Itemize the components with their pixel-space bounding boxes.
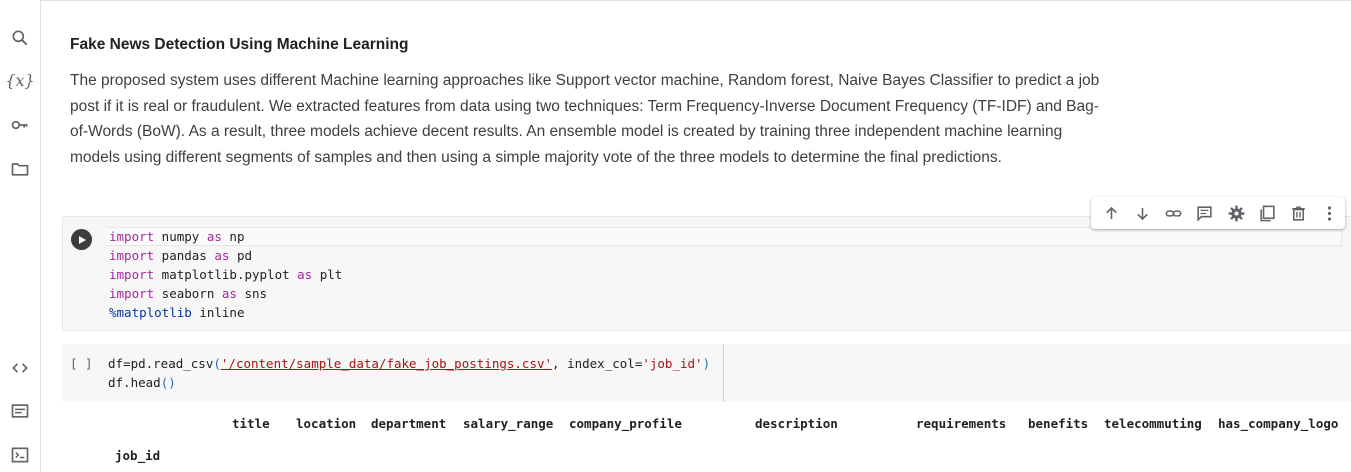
code-cell-imports[interactable]: import numpy as np import pandas as pd i… xyxy=(62,216,1351,331)
code-line: import numpy as np xyxy=(109,229,245,244)
folder-icon[interactable] xyxy=(8,157,32,181)
editor-edge xyxy=(723,344,724,402)
code-line: %matplotlib inline xyxy=(109,305,245,320)
column-header: department xyxy=(371,416,447,431)
key-icon[interactable] xyxy=(8,113,32,137)
terminal-icon[interactable] xyxy=(8,443,32,467)
text-cell-paragraph: The proposed system uses different Machi… xyxy=(70,72,1100,167)
code-cell-read-csv[interactable]: [ ] df=pd.read_csv('/content/sample_data… xyxy=(62,344,1351,402)
column-header: telecommuting xyxy=(1104,416,1202,431)
code-line: df=pd.read_csv('/content/sample_data/fak… xyxy=(108,356,711,371)
mirror-cell-button[interactable] xyxy=(1252,197,1283,229)
column-header: description xyxy=(755,416,838,431)
variables-icon[interactable]: {x} xyxy=(5,68,34,92)
arrow-down-icon xyxy=(1137,207,1148,220)
code-line: df.head() xyxy=(108,375,176,390)
arrow-up-icon xyxy=(1106,206,1117,219)
mirror-cell-icon xyxy=(1260,205,1275,221)
code-editor[interactable]: df=pd.read_csv('/content/sample_data/fak… xyxy=(108,354,710,392)
column-header: title xyxy=(232,416,270,431)
index-name: job_id xyxy=(115,448,161,463)
left-sidebar: {x} xyxy=(0,0,41,472)
column-header: has_company_logo xyxy=(1218,416,1339,431)
link-to-cell-button[interactable] xyxy=(1158,197,1189,229)
column-header: company_profile xyxy=(569,416,682,431)
cell-toolbar xyxy=(1091,197,1345,229)
column-header: salary_range xyxy=(463,416,554,431)
column-header: location xyxy=(296,416,357,431)
settings-icon xyxy=(1228,205,1244,221)
run-cell-button[interactable] xyxy=(71,229,92,250)
text-cell-heading: Fake News Detection Using Machine Learni… xyxy=(70,36,409,53)
delete-icon xyxy=(1291,205,1305,221)
code-icon[interactable] xyxy=(8,356,32,380)
cell-settings-button[interactable] xyxy=(1221,197,1252,229)
more-icon xyxy=(1327,205,1332,221)
terminal-list-icon[interactable] xyxy=(8,399,32,423)
top-divider xyxy=(41,0,1351,1)
comment-icon xyxy=(1197,205,1213,222)
code-line: import matplotlib.pyplot as plt xyxy=(109,267,343,282)
column-header: benefits xyxy=(1028,416,1089,431)
add-comment-button[interactable] xyxy=(1189,197,1220,229)
text-cell[interactable]: Fake News Detection Using Machine Learni… xyxy=(70,30,1100,171)
code-editor[interactable]: import numpy as np import pandas as pd i… xyxy=(109,227,342,322)
code-line: import seaborn as sns xyxy=(109,286,268,301)
play-icon xyxy=(78,235,86,244)
search-icon[interactable] xyxy=(8,26,32,50)
move-cell-up-button[interactable] xyxy=(1096,197,1127,229)
delete-cell-button[interactable] xyxy=(1283,197,1314,229)
move-cell-down-button[interactable] xyxy=(1127,197,1158,229)
link-icon xyxy=(1165,209,1182,217)
run-cell-bracket[interactable]: [ ] xyxy=(70,356,93,371)
code-line: import pandas as pd xyxy=(109,248,253,263)
column-header: requirements xyxy=(916,416,1007,431)
more-options-button[interactable] xyxy=(1314,197,1345,229)
